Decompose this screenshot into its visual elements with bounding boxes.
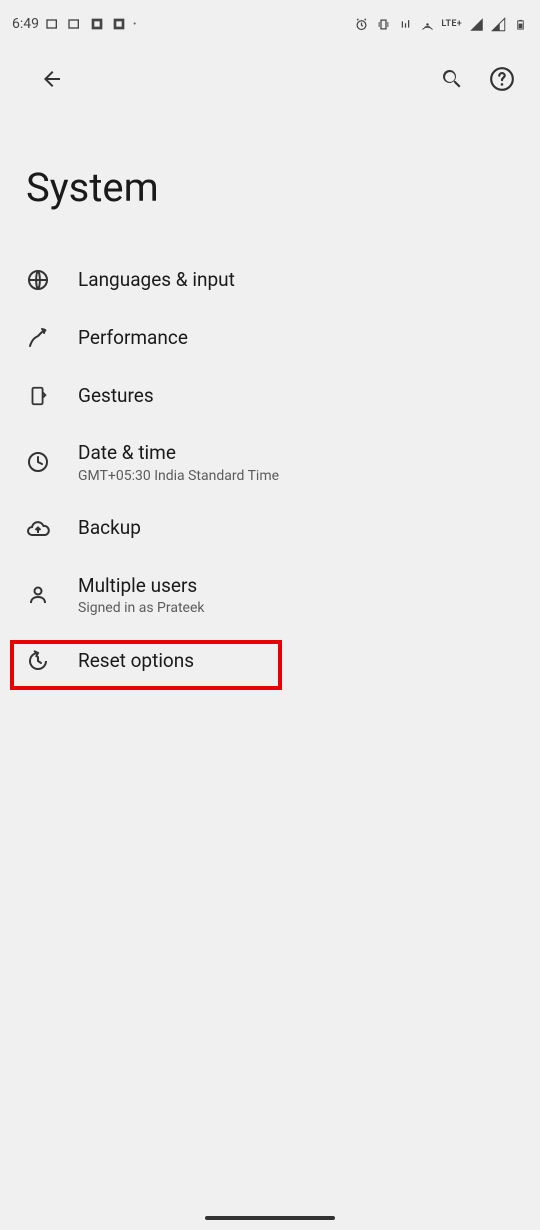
- date-time-item[interactable]: Date & time GMT+05:30 India Standard Tim…: [0, 425, 540, 500]
- item-title: Multiple users: [78, 574, 204, 599]
- hotspot-icon: [419, 16, 435, 32]
- multiple-users-item[interactable]: Multiple users Signed in as Prateek: [0, 558, 540, 633]
- item-title: Date & time: [78, 441, 279, 466]
- performance-icon: [26, 326, 50, 350]
- reset-options-item[interactable]: Reset options: [0, 632, 540, 690]
- status-bar: 6:49 • LTE+: [0, 0, 540, 44]
- page-title: System: [0, 114, 540, 251]
- backup-item[interactable]: Backup: [0, 500, 540, 558]
- app-bar: [0, 44, 540, 114]
- item-text: Backup: [78, 516, 141, 541]
- notification-icon: [67, 16, 83, 32]
- battery-icon: [512, 16, 528, 32]
- item-subtitle: Signed in as Prateek: [78, 600, 204, 616]
- item-text: Reset options: [78, 649, 194, 674]
- item-text: Multiple users Signed in as Prateek: [78, 574, 204, 617]
- more-icon: •: [133, 19, 136, 30]
- notification-icon: [45, 16, 61, 32]
- notification-icon: [111, 16, 127, 32]
- signal-icon: [468, 16, 484, 32]
- help-button[interactable]: [484, 61, 520, 97]
- status-time: 6:49: [12, 16, 39, 32]
- back-button[interactable]: [34, 61, 70, 97]
- item-title: Reset options: [78, 649, 194, 674]
- item-text: Languages & input: [78, 268, 235, 293]
- search-button[interactable]: [434, 61, 470, 97]
- item-title: Performance: [78, 326, 188, 351]
- item-title: Backup: [78, 516, 141, 541]
- nav-handle[interactable]: [205, 1216, 335, 1220]
- clock-icon: [26, 450, 50, 474]
- notification-icon: [89, 16, 105, 32]
- item-subtitle: GMT+05:30 India Standard Time: [78, 468, 279, 484]
- vibrate-icon: [375, 16, 391, 32]
- status-left: 6:49 •: [12, 16, 136, 32]
- item-text: Gestures: [78, 384, 154, 409]
- item-text: Performance: [78, 326, 188, 351]
- performance-item[interactable]: Performance: [0, 309, 540, 367]
- status-right: LTE+: [353, 16, 528, 32]
- item-title: Languages & input: [78, 268, 235, 293]
- languages-input-item[interactable]: Languages & input: [0, 251, 540, 309]
- cloud-upload-icon: [26, 517, 50, 541]
- gestures-icon: [26, 384, 50, 408]
- globe-icon: [26, 268, 50, 292]
- person-icon: [26, 583, 50, 607]
- data-icon: [397, 16, 413, 32]
- item-title: Gestures: [78, 384, 154, 409]
- network-type: LTE+: [441, 19, 462, 29]
- gestures-item[interactable]: Gestures: [0, 367, 540, 425]
- alarm-icon: [353, 16, 369, 32]
- signal-icon: [490, 16, 506, 32]
- item-text: Date & time GMT+05:30 India Standard Tim…: [78, 441, 279, 484]
- restore-icon: [26, 649, 50, 673]
